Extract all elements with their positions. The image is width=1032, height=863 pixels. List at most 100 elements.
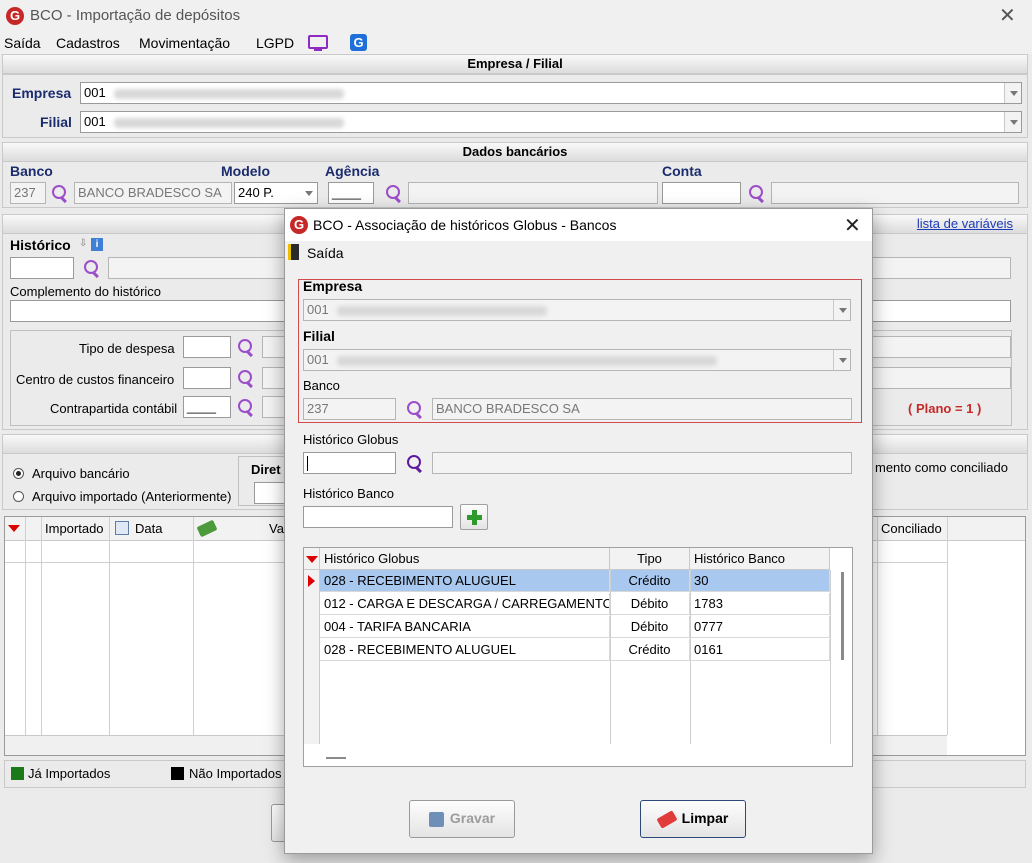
bg-col-valor[interactable]: Va [269,521,284,536]
centro-custos-label: Centro de custos financeiro [16,372,175,387]
dialog-banco-code[interactable]: 237 [303,398,396,420]
empresa-select[interactable]: 001 [80,82,1022,104]
conta-field[interactable] [662,182,741,204]
cell-historico-globus: 012 - CARGA E DESCARGA / CARREGAMENTO [320,593,610,615]
grid-col-tipo[interactable]: Tipo [610,548,690,570]
grid-vscroll-thumb[interactable] [841,572,844,660]
bg-col-conciliado[interactable]: Conciliado [881,521,942,536]
banco-search-icon[interactable] [49,183,69,203]
associations-grid[interactable]: Histórico Globus Tipo Histórico Banco 02… [303,547,853,767]
grid-hscroll-thumb[interactable] [326,757,346,759]
historico-name-field [108,257,288,279]
close-icon[interactable]: ✕ [999,3,1016,28]
historico-code-field[interactable] [10,257,74,279]
dialog-filial-label: Filial [303,328,335,344]
dialog-banco-name: BANCO BRADESCO SA [432,398,852,420]
menu-saida[interactable]: Saída [4,35,41,51]
complemento-field-right[interactable] [871,300,1011,322]
agencia-label: Agência [325,163,380,179]
cell-historico-banco: 0777 [690,616,830,638]
conta-search-icon[interactable] [746,183,766,203]
bg-grid-sort-icon[interactable] [8,525,20,532]
hist-globus-field[interactable] [303,452,396,474]
historico-search-icon[interactable] [81,258,101,278]
empresa-label: Empresa [12,85,72,101]
dados-bancarios-panel: Banco 237 BANCO BRADESCO SA Modelo 240 P… [2,162,1028,208]
centro-custos-field[interactable] [183,367,231,389]
dialog-empresa-select[interactable]: 001 [303,299,851,321]
modelo-select[interactable]: 240 P. [234,182,318,204]
tipo-despesa-field[interactable] [183,336,231,358]
window-title: BCO - Importação de depósitos [30,7,241,24]
lista-variaveis-link[interactable]: lista de variáveis [917,216,1013,231]
plano-text: ( Plano = 1 ) [908,401,982,416]
hist-globus-label: Histórico Globus [303,432,399,447]
diret-field[interactable] [254,482,286,504]
title-bar: G BCO - Importação de depósitos ✕ [0,0,1032,32]
banco-code-field[interactable]: 237 [10,182,46,204]
radio-arquivo-bancario-label: Arquivo bancário [32,466,130,481]
dialog-menu-saida[interactable]: Saída [307,245,344,261]
dialog-banco-label: Banco [303,378,340,393]
hist-banco-field[interactable] [303,506,453,528]
grid-col-globus[interactable]: Histórico Globus [320,548,610,570]
tipo-despesa-name [262,336,286,358]
bg-col-data[interactable]: Data [135,521,162,536]
tipo-despesa-name-right [871,336,1011,358]
cell-historico-banco: 30 [690,570,830,592]
menu-cadastros[interactable]: Cadastros [56,35,120,51]
tipo-despesa-search-icon[interactable] [235,337,255,357]
globus-g-icon[interactable]: G [350,34,367,51]
gravar-button[interactable]: Gravar [409,800,515,838]
monitor-icon[interactable] [308,35,328,49]
agencia-search-icon[interactable] [383,183,403,203]
exit-door-icon[interactable] [288,244,299,260]
cell-historico-globus: 028 - RECEBIMENTO ALUGUEL [320,570,610,592]
cell-tipo: Débito [610,593,690,615]
historico-label: Histórico [10,237,71,253]
grid-row[interactable]: 012 - CARGA E DESCARGA / CARREGAMENTO Déb… [320,593,830,615]
grid-row[interactable]: 028 - RECEBIMENTO ALUGUEL Crédito 30 [320,570,830,592]
complemento-label: Complemento do histórico [10,284,162,299]
cell-historico-globus: 004 - TARIFA BANCARIA [320,616,610,638]
hist-globus-search-icon[interactable] [404,453,424,473]
agencia-name-field [408,182,658,204]
limpar-button[interactable]: Limpar [640,800,746,838]
empresa-filial-header: Empresa / Filial [2,54,1028,74]
save-icon [428,811,444,827]
nao-importados-swatch [171,767,184,780]
filial-label: Filial [40,114,72,130]
dialog-title: BCO - Associação de históricos Globus - … [313,217,617,233]
monitor-stand-icon [314,49,322,51]
agencia-field[interactable]: ____ [328,182,374,204]
radio-arquivo-bancario[interactable] [13,468,24,479]
conciliado-option-text: mento como conciliado [875,460,1008,475]
dialog-empresa-label: Empresa [303,278,363,294]
current-row-arrow-icon [308,575,315,587]
menu-lgpd[interactable]: LGPD [256,35,294,51]
filial-select[interactable]: 001 [80,111,1022,133]
grid-row[interactable]: 028 - RECEBIMENTO ALUGUEL Crédito 0161 [320,639,830,661]
radio-arquivo-importado[interactable] [13,491,24,502]
dialog-logo-icon: G [290,216,308,234]
info-icon[interactable]: i [91,238,103,251]
banco-name-field: BANCO BRADESCO SA [74,182,232,204]
add-button[interactable] [460,504,488,530]
grid-sort-icon[interactable] [306,556,318,563]
historico-name-field-right [871,257,1011,279]
bg-col-importado[interactable]: Importado [45,521,104,536]
dialog-banco-search-icon[interactable] [404,399,424,419]
contrapartida-field[interactable]: ____ [183,396,231,418]
complemento-field[interactable] [10,300,290,322]
dialog-close-icon[interactable]: ✕ [844,213,861,238]
hist-globus-name [432,452,852,474]
cell-tipo: Crédito [610,570,690,592]
contrapartida-label: Contrapartida contábil [50,401,178,416]
grid-row[interactable]: 004 - TARIFA BANCARIA Débito 0777 [320,616,830,638]
contrapartida-search-icon[interactable] [235,397,255,417]
menu-movimentacao[interactable]: Movimentação [139,35,230,51]
centro-custos-search-icon[interactable] [235,368,255,388]
dialog-filial-select[interactable]: 001 [303,349,851,371]
grid-col-banco[interactable]: Histórico Banco [690,548,830,570]
calendar-icon [115,521,129,535]
